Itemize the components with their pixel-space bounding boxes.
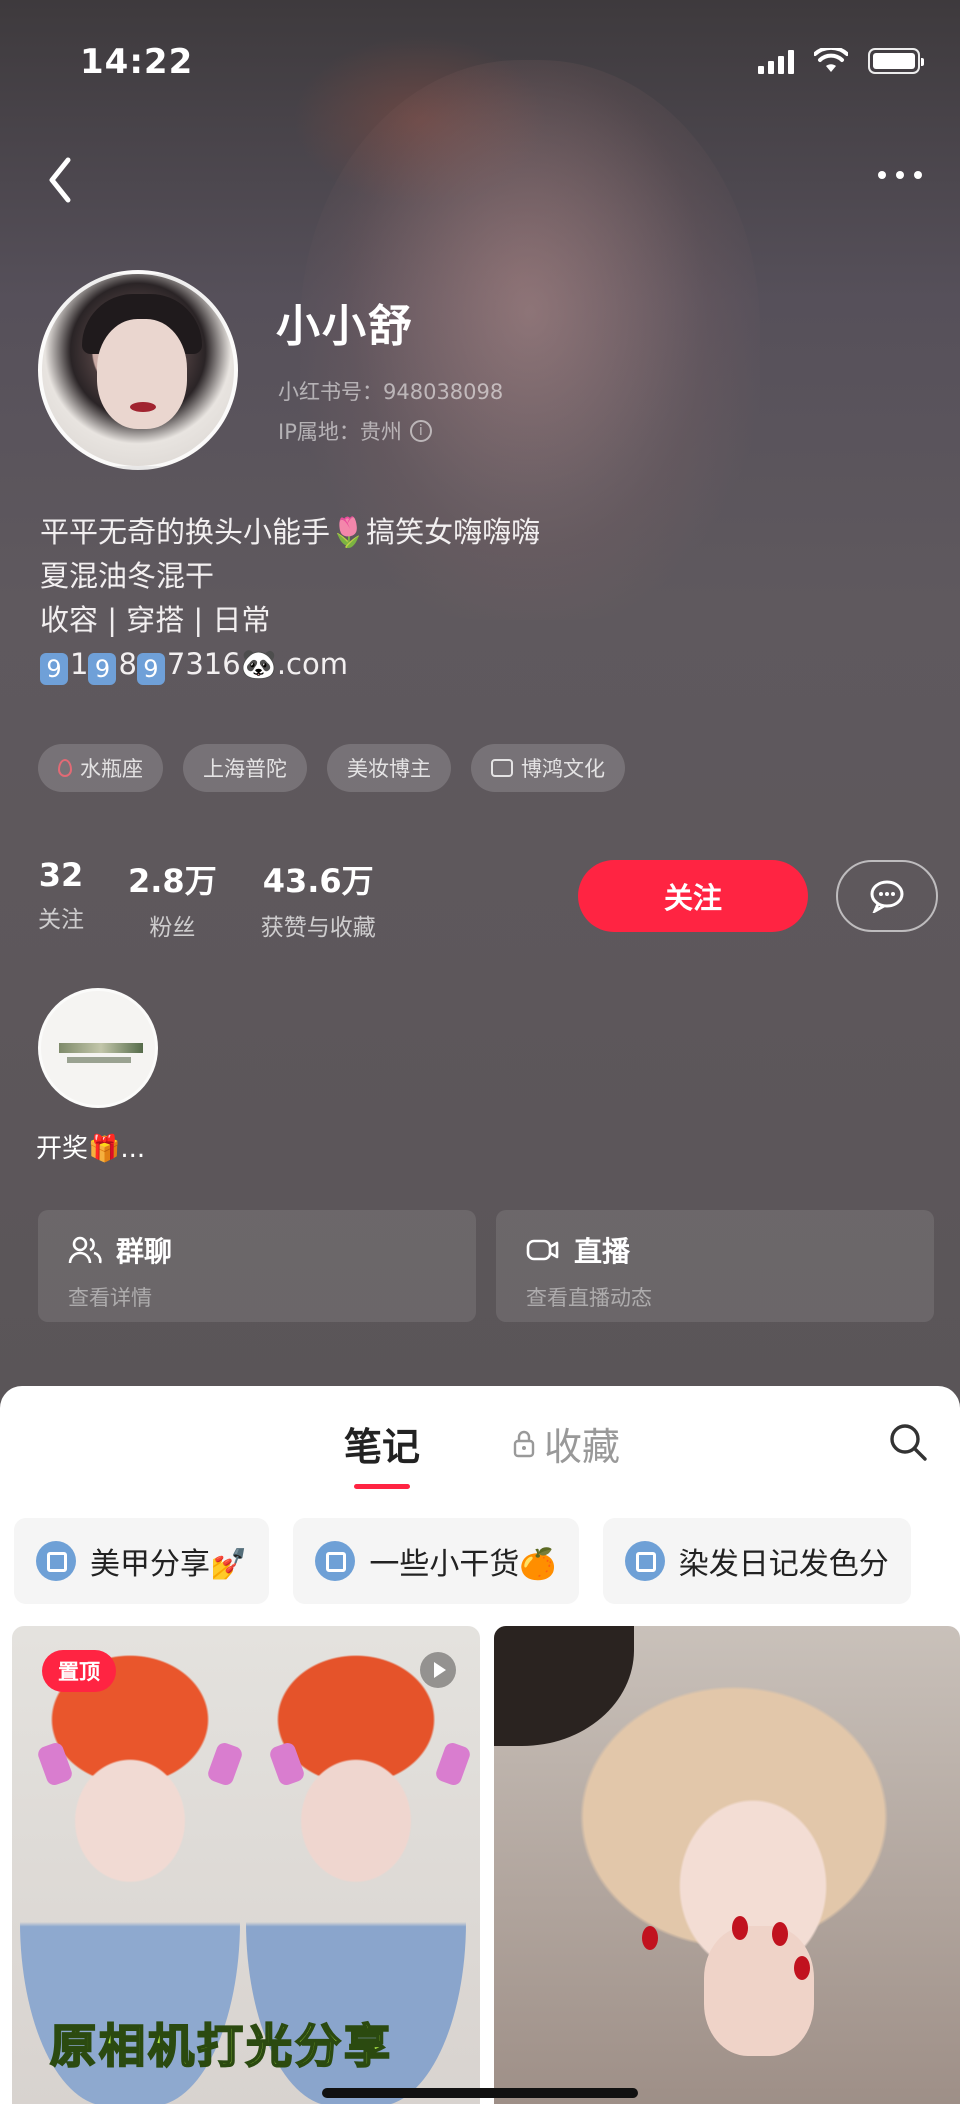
red-id[interactable]: 小红书号：948038098 <box>278 376 503 406</box>
stat-label: 粉丝 <box>149 915 196 941</box>
note-caption: 原相机打光分享 <box>49 2018 393 2074</box>
live-icon <box>526 1239 559 1261</box>
card-title: 群聊 <box>116 1235 173 1268</box>
note-card[interactable] <box>494 1626 960 2104</box>
card-subtitle: 查看直播动态 <box>526 1286 652 1310</box>
profile-stats: 32 关注 2.8万 粉丝 43.6万 获赞与收藏 <box>38 856 376 942</box>
tab-notes[interactable]: 笔记 <box>344 1416 420 1489</box>
chat-bubble-icon <box>870 880 904 913</box>
message-button[interactable] <box>836 860 938 932</box>
location-pin-icon <box>58 759 72 777</box>
profile-header-background <box>0 0 960 1420</box>
contact-plain-digit: 8 <box>118 647 137 681</box>
digit-emoji: 9 <box>88 653 117 685</box>
tag-zodiac[interactable]: 水瓶座 <box>38 744 163 792</box>
contact-plain-digit: 1 <box>70 647 89 681</box>
live-stream-card[interactable]: 直播 查看直播动态 <box>496 1210 934 1322</box>
wifi-icon <box>814 48 848 72</box>
content-tabs: 笔记 收藏 <box>0 1386 960 1498</box>
bio-line: 平平无奇的换头小能手🌷搞笑女嗨嗨嗨 <box>40 515 541 549</box>
tab-favorites[interactable]: 收藏 <box>512 1416 620 1471</box>
profile-tags: 水瓶座 上海普陀 美妆博主 博鸿文化 <box>38 744 625 792</box>
stat-followers[interactable]: 2.8万 粉丝 <box>128 856 217 942</box>
tab-label: 收藏 <box>544 1425 621 1469</box>
ip-location: IP属地：贵州 <box>278 420 402 444</box>
more-options-icon[interactable] <box>870 160 930 190</box>
note-card[interactable]: 置顶 原相机打光分享 <box>12 1626 480 2104</box>
play-icon <box>420 1652 456 1688</box>
tag-label: 美妆博主 <box>347 757 431 781</box>
content-panel: 笔记 收藏 美甲分享💅 一些小干货🍊 染发日记发色分 置顶 原相机打光分享 <box>0 1386 960 2104</box>
album-item[interactable]: 一些小干货🍊 <box>293 1518 579 1604</box>
highlight-label: 开奖🎁... <box>36 1134 146 1164</box>
album-icon <box>624 1541 665 1581</box>
tag-location[interactable]: 上海普陀 <box>183 744 307 792</box>
stat-label: 关注 <box>38 907 84 933</box>
digit-emoji: 9 <box>136 653 165 685</box>
contact-suffix: 7316 <box>166 647 241 681</box>
lock-icon <box>513 1430 535 1457</box>
search-icon[interactable] <box>886 1420 930 1464</box>
status-bar: 14:22 <box>0 0 960 130</box>
battery-icon <box>868 48 924 74</box>
album-icon <box>315 1541 356 1581</box>
album-label: 一些小干货🍊 <box>369 1547 557 1582</box>
stat-following[interactable]: 32 关注 <box>38 856 84 942</box>
status-icons <box>758 48 924 74</box>
bio[interactable]: 平平无奇的换头小能手🌷搞笑女嗨嗨嗨 夏混油冬混干 收容 | 穿搭 | 日常 91… <box>40 510 540 686</box>
story-highlight[interactable] <box>38 988 158 1108</box>
tag-organization[interactable]: 博鸿文化 <box>471 744 625 792</box>
username: 小小舒 <box>276 301 414 352</box>
card-title: 直播 <box>574 1235 631 1268</box>
feature-cards: 群聊 查看详情 直播 查看直播动态 <box>38 1210 934 1322</box>
stat-value: 43.6万 <box>262 862 374 900</box>
card-subtitle: 查看详情 <box>68 1286 152 1310</box>
tag-label: 上海普陀 <box>203 757 287 781</box>
album-item[interactable]: 染发日记发色分 <box>602 1518 911 1604</box>
bio-line: 夏混油冬混干 <box>40 559 215 593</box>
album-icon <box>36 1541 76 1581</box>
signal-icon <box>758 48 794 74</box>
bio-contact-line: 9 1 9 8 9 7316🐼.com <box>40 642 540 686</box>
follow-button[interactable]: 关注 <box>578 860 808 932</box>
status-time: 14:22 <box>80 42 194 82</box>
back-arrow-icon[interactable] <box>40 150 80 210</box>
pinned-badge: 置顶 <box>42 1650 116 1692</box>
group-chat-card[interactable]: 群聊 查看详情 <box>38 1210 476 1322</box>
organization-icon <box>491 759 513 777</box>
tag-occupation[interactable]: 美妆博主 <box>327 744 451 792</box>
album-label: 染发日记发色分 <box>678 1547 889 1582</box>
stat-label: 获赞与收藏 <box>260 915 376 941</box>
tag-label: 博鸿文化 <box>521 757 605 781</box>
album-item[interactable]: 美甲分享💅 <box>14 1518 270 1604</box>
ip-location-row: IP属地：贵州 i <box>278 416 432 446</box>
stat-value: 32 <box>38 856 84 894</box>
album-label: 美甲分享💅 <box>90 1547 248 1582</box>
contact-domain: .com <box>276 647 348 681</box>
album-list: 美甲分享💅 一些小干货🍊 染发日记发色分 <box>0 1518 960 1608</box>
home-indicator <box>322 2088 638 2098</box>
stat-likes-and-saves[interactable]: 43.6万 获赞与收藏 <box>261 856 376 942</box>
avatar[interactable] <box>38 270 238 470</box>
info-icon[interactable]: i <box>409 420 432 442</box>
tag-label: 水瓶座 <box>80 757 143 781</box>
stat-value: 2.8万 <box>128 862 217 900</box>
panda-emoji: 🐼 <box>240 647 277 681</box>
group-icon <box>68 1236 102 1264</box>
digit-emoji: 9 <box>40 653 68 685</box>
bio-line: 收容 | 穿搭 | 日常 <box>40 603 271 637</box>
